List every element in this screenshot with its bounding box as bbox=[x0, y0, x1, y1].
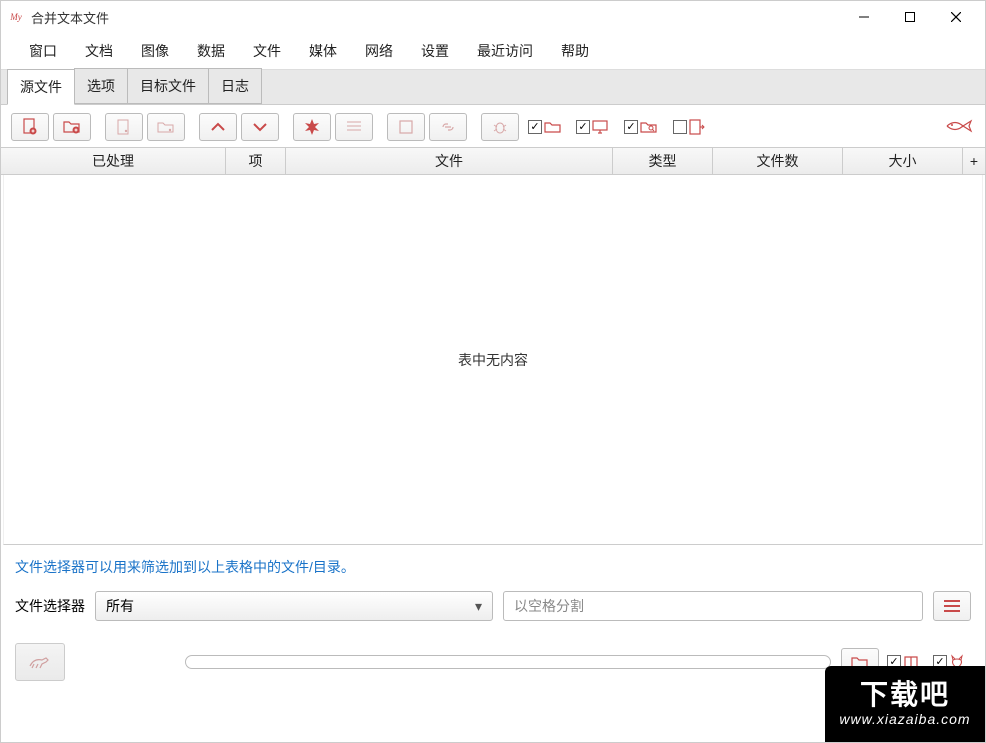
col-add[interactable]: + bbox=[963, 148, 985, 174]
app-window: My 合并文本文件 窗口 文档 图像 数据 文件 媒体 网络 设置 最近访问 帮… bbox=[0, 0, 986, 743]
check-folder-toggle[interactable]: ✓ bbox=[523, 113, 567, 141]
link-button[interactable] bbox=[429, 113, 467, 141]
folder-small-icon bbox=[544, 120, 562, 134]
list-icon bbox=[346, 120, 362, 134]
square-icon bbox=[399, 120, 413, 134]
menu-settings[interactable]: 设置 bbox=[407, 35, 463, 67]
col-size[interactable]: 大小 bbox=[843, 148, 963, 174]
antelope-icon bbox=[26, 652, 54, 672]
burst-icon bbox=[303, 118, 321, 136]
check-search-toggle[interactable]: ✓ bbox=[619, 113, 663, 141]
table-header: 已处理 项 文件 类型 文件数 大小 + bbox=[1, 147, 985, 175]
link-icon bbox=[439, 120, 457, 134]
run-button[interactable] bbox=[15, 643, 65, 681]
menu-recent[interactable]: 最近访问 bbox=[463, 35, 547, 67]
folder-button[interactable] bbox=[147, 113, 185, 141]
empty-message: 表中无内容 bbox=[458, 350, 528, 370]
toolbar: ✓ ✓ ✓ bbox=[1, 105, 985, 147]
bug-button[interactable] bbox=[481, 113, 519, 141]
add-file-button[interactable] bbox=[11, 113, 49, 141]
folder-icon bbox=[157, 120, 175, 134]
menu-data[interactable]: 数据 bbox=[183, 35, 239, 67]
move-down-button[interactable] bbox=[241, 113, 279, 141]
col-count[interactable]: 文件数 bbox=[713, 148, 843, 174]
file-icon bbox=[117, 119, 131, 135]
menu-network[interactable]: 网络 bbox=[351, 35, 407, 67]
unchecked-icon bbox=[673, 120, 687, 134]
tab-options[interactable]: 选项 bbox=[74, 68, 128, 104]
folder-search-icon bbox=[640, 120, 658, 134]
select-button[interactable] bbox=[387, 113, 425, 141]
monitor-icon bbox=[592, 120, 610, 134]
filter-label: 文件选择器 bbox=[15, 596, 85, 616]
bug-icon bbox=[492, 119, 508, 135]
maximize-icon bbox=[905, 12, 915, 22]
filter-select[interactable]: 所有 ▾ bbox=[95, 591, 493, 621]
col-item[interactable]: 项 bbox=[226, 148, 286, 174]
file-button[interactable] bbox=[105, 113, 143, 141]
menu-file[interactable]: 文件 bbox=[239, 35, 295, 67]
titlebar: My 合并文本文件 bbox=[1, 1, 985, 33]
app-icon: My bbox=[7, 8, 25, 26]
progress-bar bbox=[185, 655, 831, 669]
check-icon: ✓ bbox=[528, 120, 542, 134]
add-folder-button[interactable] bbox=[53, 113, 91, 141]
hamburger-icon bbox=[944, 600, 960, 602]
menu-image[interactable]: 图像 bbox=[127, 35, 183, 67]
filter-select-value: 所有 bbox=[106, 596, 134, 616]
minimize-button[interactable] bbox=[841, 1, 887, 33]
exit-icon bbox=[689, 119, 705, 135]
menubar: 窗口 文档 图像 数据 文件 媒体 网络 设置 最近访问 帮助 bbox=[1, 33, 985, 69]
watermark-title: 下载吧 bbox=[860, 681, 950, 709]
chevron-down-icon bbox=[252, 121, 268, 133]
watermark: 下载吧 www.xiazaiba.com bbox=[825, 666, 985, 742]
col-file[interactable]: 文件 bbox=[286, 148, 613, 174]
check-monitor-toggle[interactable]: ✓ bbox=[571, 113, 615, 141]
menu-media[interactable]: 媒体 bbox=[295, 35, 351, 67]
col-type[interactable]: 类型 bbox=[613, 148, 713, 174]
move-up-button[interactable] bbox=[199, 113, 237, 141]
check-exit-toggle[interactable] bbox=[667, 113, 711, 141]
filter-menu-button[interactable] bbox=[933, 591, 971, 621]
tabstrip: 源文件 选项 目标文件 日志 bbox=[1, 69, 985, 105]
tab-target[interactable]: 目标文件 bbox=[127, 68, 209, 104]
tab-log[interactable]: 日志 bbox=[208, 68, 262, 104]
col-processed[interactable]: 已处理 bbox=[1, 148, 226, 174]
check-icon: ✓ bbox=[576, 120, 590, 134]
chevron-up-icon bbox=[210, 121, 226, 133]
filter-row: 文件选择器 所有 ▾ 以空格分割 bbox=[1, 583, 985, 629]
close-button[interactable] bbox=[933, 1, 979, 33]
list-button[interactable] bbox=[335, 113, 373, 141]
dropdown-caret-icon: ▾ bbox=[475, 598, 482, 615]
tab-source[interactable]: 源文件 bbox=[7, 69, 75, 105]
window-title: 合并文本文件 bbox=[31, 8, 109, 27]
add-folder-icon bbox=[62, 118, 82, 136]
table-body: 表中无内容 bbox=[3, 175, 983, 545]
menu-window[interactable]: 窗口 bbox=[15, 35, 71, 67]
menu-document[interactable]: 文档 bbox=[71, 35, 127, 67]
menu-help[interactable]: 帮助 bbox=[547, 35, 603, 67]
filter-help: 文件选择器可以用来筛选加到以上表格中的文件/目录。 bbox=[1, 545, 985, 583]
maximize-button[interactable] bbox=[887, 1, 933, 33]
add-file-icon bbox=[21, 118, 39, 136]
filter-placeholder: 以空格分割 bbox=[514, 596, 584, 616]
check-icon: ✓ bbox=[624, 120, 638, 134]
fish-icon bbox=[945, 117, 975, 138]
close-icon bbox=[951, 12, 961, 22]
filter-input[interactable]: 以空格分割 bbox=[503, 591, 923, 621]
minimize-icon bbox=[859, 12, 869, 22]
watermark-url: www.xiazaiba.com bbox=[839, 711, 970, 727]
clear-button[interactable] bbox=[293, 113, 331, 141]
